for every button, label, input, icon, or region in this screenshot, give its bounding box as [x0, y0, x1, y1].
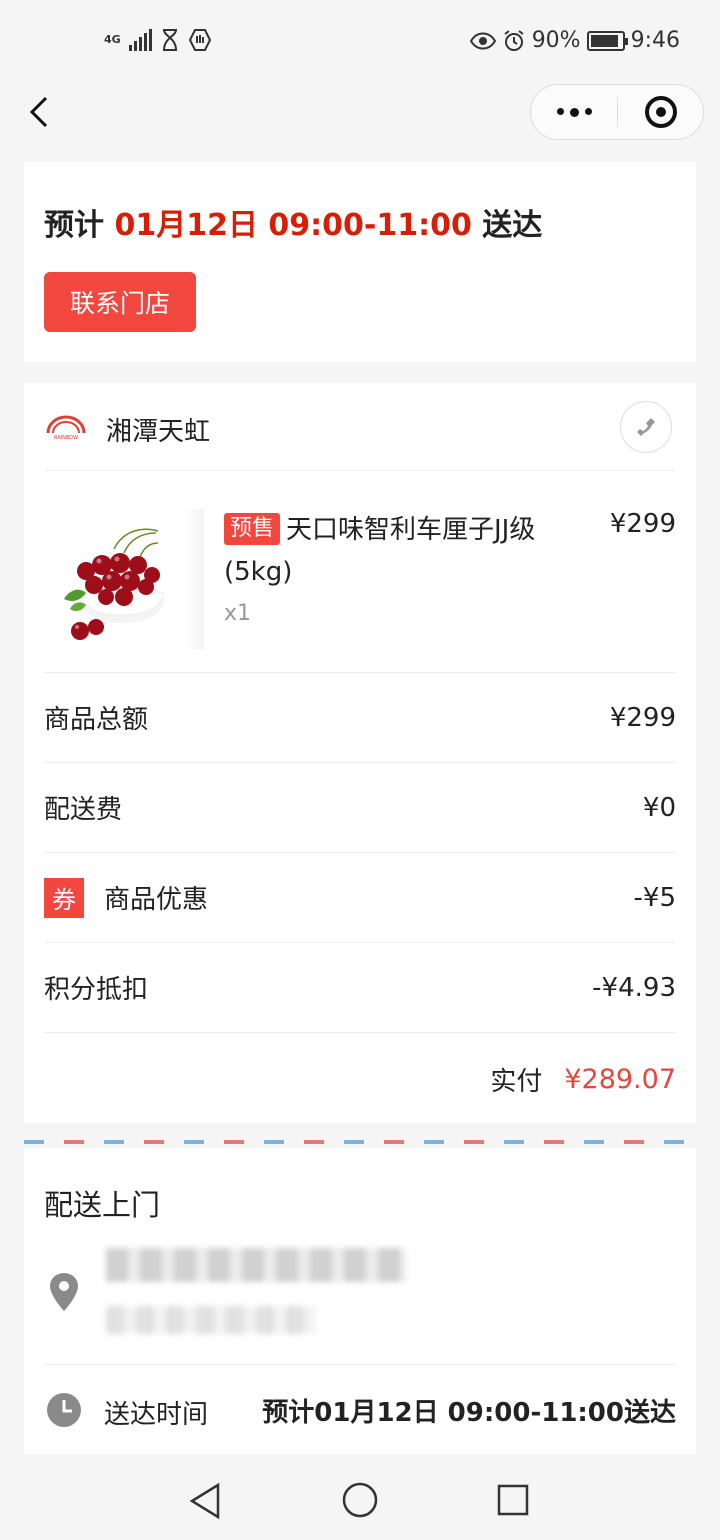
summary-label: 商品优惠 — [104, 885, 209, 915]
order-card: RAINBOW 湘潭天虹 预售 天口味智利车厘子JJ级(5kg) x1 ¥299… — [24, 383, 696, 1123]
summary-label: 积分抵扣 — [44, 975, 149, 1005]
total-label: 实付 — [490, 1066, 543, 1097]
delivery-time-label: 送达时间 — [104, 1400, 209, 1430]
summary-value: ¥0 — [642, 792, 676, 823]
recents-square-icon[interactable] — [497, 1484, 529, 1516]
eta-suffix: 送达 — [482, 208, 543, 243]
phone-icon — [637, 418, 655, 436]
clock-icon — [47, 1393, 81, 1427]
mini-program-nav — [0, 84, 720, 140]
summary-value: -¥4.93 — [592, 972, 676, 1003]
summary-label: 商品总额 — [44, 705, 149, 735]
battery-percent: 90% — [531, 28, 581, 53]
summary-row-coupon: 券 商品优惠 -¥5 — [44, 853, 676, 943]
coupon-icon: 券 — [44, 877, 84, 918]
contact-blurred — [106, 1306, 316, 1334]
system-navigation-bar — [0, 1456, 720, 1540]
eta-window: 01月12日 09:00-11:00 — [114, 208, 472, 243]
total-amount: ¥289.07 — [564, 1063, 676, 1095]
shipping-title: 配送上门 — [44, 1188, 161, 1222]
more-options-icon[interactable] — [531, 107, 617, 117]
product-quantity: x1 — [224, 601, 252, 626]
back-arrow-icon[interactable] — [26, 94, 56, 130]
product-price: ¥299 — [609, 509, 676, 539]
hand-icon — [188, 29, 211, 51]
back-triangle-icon[interactable] — [188, 1482, 224, 1520]
summary-row-subtotal: 商品总额 ¥299 — [44, 673, 676, 763]
close-miniprogram-button[interactable] — [618, 96, 703, 128]
summary-label: 配送费 — [44, 795, 123, 825]
airmail-divider — [24, 1140, 696, 1144]
delivery-time-value: 预计01月12日 09:00-11:00送达 — [262, 1398, 676, 1428]
summary-value: -¥5 — [633, 882, 676, 913]
total-paid-row: 实付 ¥289.07 — [44, 1035, 676, 1123]
product-item[interactable]: 预售 天口味智利车厘子JJ级(5kg) x1 ¥299 — [44, 471, 676, 673]
home-circle-icon[interactable] — [342, 1482, 378, 1518]
summary-row-points: 积分抵扣 -¥4.93 — [44, 943, 676, 1033]
product-image-edge — [184, 509, 204, 649]
alarm-icon — [504, 29, 524, 51]
rainbow-logo-icon: RAINBOW — [46, 415, 86, 441]
summary-value: ¥299 — [609, 702, 676, 733]
network-type: 4G — [104, 33, 121, 46]
store-logo-text: RAINBOW — [54, 435, 78, 441]
product-image — [44, 509, 204, 649]
target-icon — [644, 96, 677, 128]
store-row: RAINBOW 湘潭天虹 — [44, 383, 676, 471]
summary-row-delivery-fee: 配送费 ¥0 — [44, 763, 676, 853]
status-bar: 4G 90% 9:46 — [0, 0, 720, 84]
capsule-menu — [530, 84, 704, 140]
contact-store-button[interactable]: 联系门店 — [44, 272, 196, 332]
product-title: 预售 天口味智利车厘子JJ级(5kg) — [224, 509, 554, 593]
signal-icon — [128, 29, 152, 51]
divider — [44, 1364, 676, 1365]
address-blurred — [106, 1248, 406, 1282]
eye-icon — [469, 32, 496, 49]
battery-icon — [586, 30, 628, 51]
delivery-eta-card: 预计 01月12日 09:00-11:00 送达 联系门店 — [24, 162, 696, 362]
eta-prefix: 预计 — [44, 208, 104, 243]
call-store-button[interactable] — [620, 401, 672, 453]
location-pin-icon — [50, 1273, 78, 1311]
store-name: 湘潭天虹 — [106, 417, 211, 447]
presale-badge: 预售 — [224, 513, 281, 545]
clock-time: 9:46 — [630, 28, 680, 53]
hourglass-icon — [162, 29, 177, 51]
shipping-card: 配送上门 送达时间 预计01月12日 09:00-11:00送达 — [24, 1148, 696, 1454]
eta-text: 预计 01月12日 09:00-11:00 送达 — [44, 200, 542, 244]
